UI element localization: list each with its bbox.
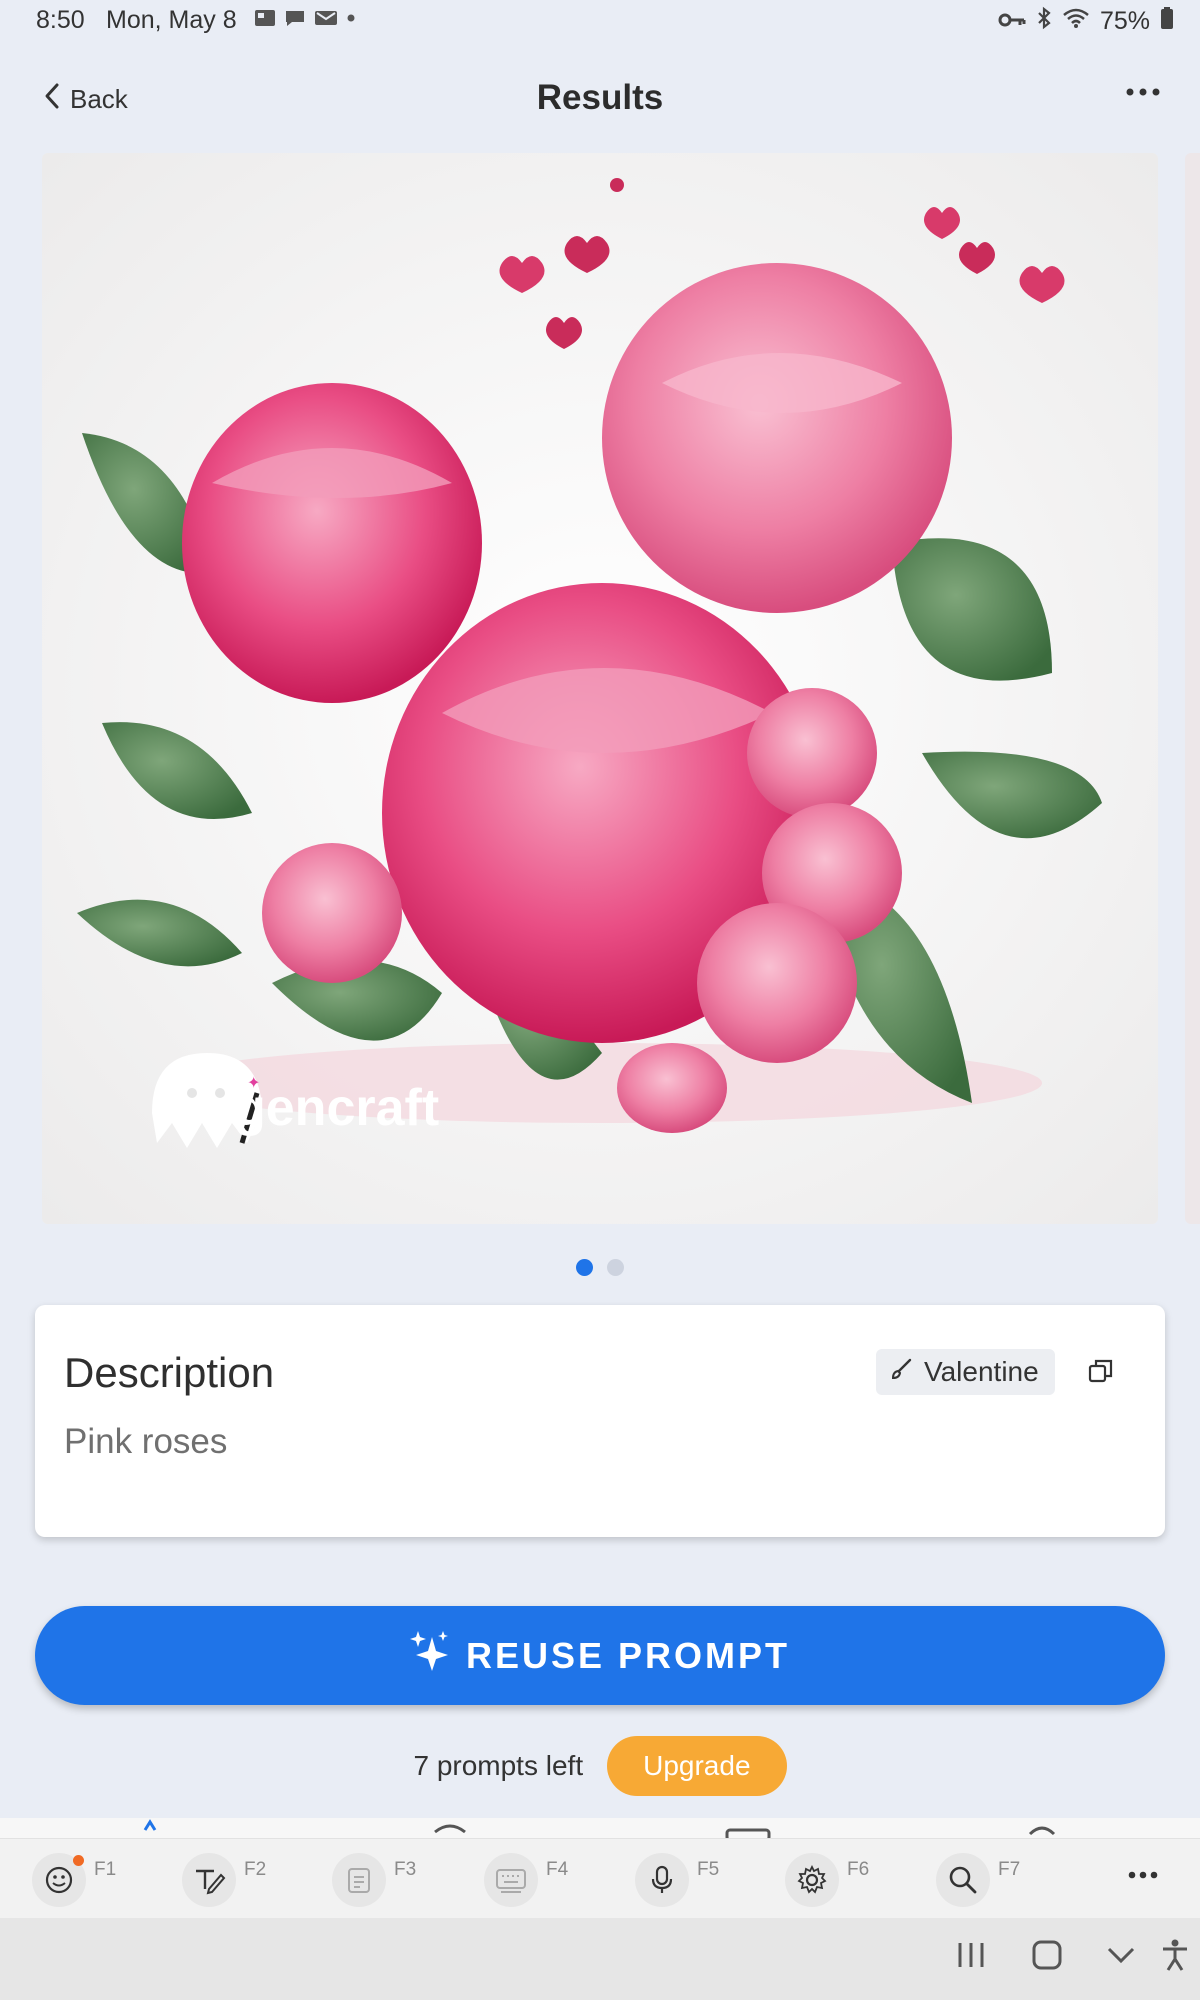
app-notification-icon <box>254 8 276 33</box>
nav-create-icon[interactable] <box>143 1819 157 1831</box>
keyboard-toolbar: F1 F2 F3 F4 F5 F6 F7 <box>0 1838 1200 1919</box>
system-nav-bar <box>0 1918 1200 2000</box>
sparkles-icon <box>409 1629 450 1682</box>
carousel-dot-2[interactable] <box>607 1259 624 1276</box>
kb-key-label: F5 <box>697 1859 720 1880</box>
more-options-button[interactable] <box>1126 84 1160 102</box>
keyboard-icon <box>484 1853 538 1907</box>
battery-percent: 75% <box>1099 7 1150 35</box>
settings-icon <box>785 1853 839 1907</box>
kb-key-f4[interactable]: F4 <box>484 1853 568 1907</box>
copy-button[interactable] <box>1087 1357 1115 1390</box>
kb-more-button[interactable] <box>1128 1867 1158 1885</box>
result-image[interactable]: ✦ gencraft <box>42 153 1158 1224</box>
mail-notification-icon <box>314 8 338 33</box>
battery-icon <box>1160 6 1174 37</box>
wifi-icon <box>1062 7 1090 36</box>
next-image-peek[interactable] <box>1185 153 1200 1224</box>
kb-key-f2[interactable]: F2 <box>182 1853 266 1907</box>
style-tag[interactable]: Valentine <box>876 1349 1055 1395</box>
accessibility-button[interactable] <box>1160 1938 1190 1977</box>
kb-key-f3[interactable]: F3 <box>332 1853 416 1907</box>
more-notifications-dot-icon <box>346 8 356 33</box>
status-date: Mon, May 8 <box>106 6 237 34</box>
reuse-prompt-button[interactable]: REUSE PROMPT <box>35 1606 1165 1705</box>
status-right: 75% <box>998 6 1174 37</box>
hide-keyboard-button[interactable] <box>1104 1938 1138 1977</box>
watermark-text: gencraft <box>234 1079 439 1137</box>
handwriting-icon <box>182 1853 236 1907</box>
style-tag-label: Valentine <box>924 1356 1039 1387</box>
more-horizontal-icon <box>1126 84 1160 101</box>
chevron-down-icon <box>1104 1947 1138 1976</box>
kb-key-label: F3 <box>394 1859 417 1880</box>
carousel-dot-1[interactable] <box>576 1259 593 1276</box>
brush-icon <box>890 1356 914 1388</box>
status-bar: 8:50 Mon, May 8 75% <box>0 0 1200 44</box>
bluetooth-icon <box>1036 6 1052 37</box>
upgrade-button[interactable]: Upgrade <box>607 1736 787 1796</box>
notification-icons <box>254 8 356 33</box>
kb-key-f6[interactable]: F6 <box>785 1853 869 1907</box>
prompts-left-text: 7 prompts left <box>413 1750 584 1781</box>
chat-notification-icon <box>284 8 306 33</box>
description-text: Pink roses <box>64 1422 228 1461</box>
status-time: 8:50 <box>36 6 85 34</box>
search-icon <box>936 1853 990 1907</box>
app-bottom-nav <box>0 1818 1200 1838</box>
clipboard-icon <box>332 1853 386 1907</box>
kb-key-f7[interactable]: F7 <box>936 1853 1020 1907</box>
emoji-icon <box>32 1853 86 1907</box>
recent-apps-button[interactable] <box>955 1938 987 1977</box>
description-card: Description Valentine Pink roses <box>35 1305 1165 1537</box>
description-heading: Description <box>64 1349 275 1396</box>
more-horizontal-icon <box>1128 1867 1158 1884</box>
accessibility-icon <box>1160 1939 1190 1976</box>
kb-key-label: F6 <box>847 1859 870 1880</box>
nav-gallery-icon[interactable] <box>725 1828 771 1838</box>
prompts-row: 7 prompts left Upgrade <box>0 1736 1200 1796</box>
kb-key-label: F2 <box>244 1859 267 1880</box>
kb-key-label: F7 <box>998 1859 1021 1880</box>
nav-profile-icon[interactable] <box>1028 1826 1056 1836</box>
notification-dot <box>73 1855 84 1866</box>
vpn-key-icon <box>998 7 1026 36</box>
carousel-dots <box>0 1259 1200 1276</box>
kb-key-label: F4 <box>546 1859 569 1880</box>
nav-explore-icon[interactable] <box>434 1824 466 1834</box>
home-button[interactable] <box>1030 1938 1064 1977</box>
kb-key-f5[interactable]: F5 <box>635 1853 719 1907</box>
page-title: Results <box>536 78 664 117</box>
header: Back Results <box>0 60 1200 140</box>
copy-icon <box>1087 1359 1115 1389</box>
roses-image: ✦ gencraft <box>42 153 1158 1224</box>
microphone-icon <box>635 1853 689 1907</box>
home-icon <box>1030 1940 1064 1976</box>
kb-key-label: F1 <box>94 1859 117 1880</box>
kb-key-f1[interactable]: F1 <box>32 1853 116 1907</box>
recent-apps-icon <box>955 1943 987 1976</box>
reuse-prompt-label: REUSE PROMPT <box>465 1634 791 1676</box>
